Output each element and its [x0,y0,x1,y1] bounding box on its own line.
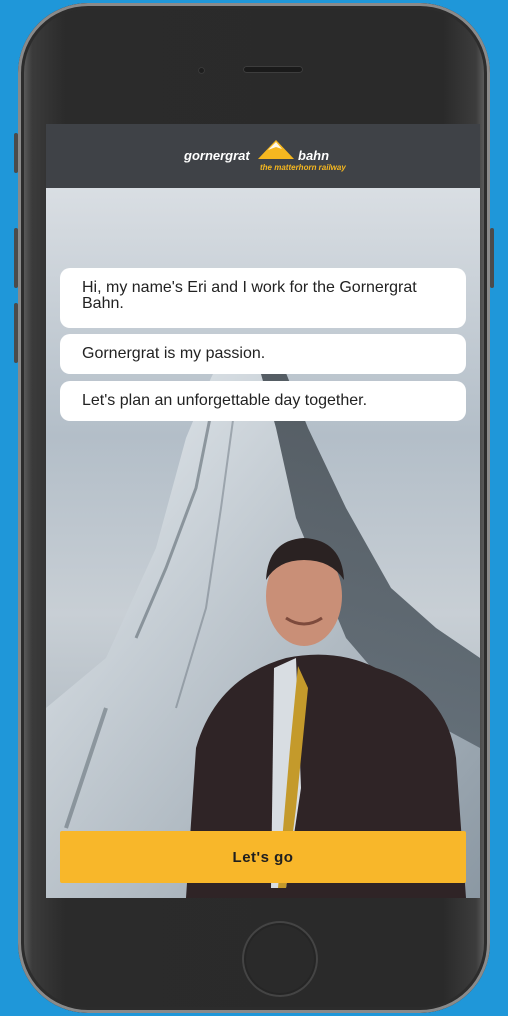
chat-message-text: Gornergrat is my passion. [82,345,266,362]
volume-up-button [14,228,18,288]
app-screen: gornergrat bahn the matterhorn railway H… [46,124,480,898]
chat-message-plan: Let's plan an unforgettable day together… [60,381,466,421]
chat-message-text: Hi, my name's Eri and I work for the Gor… [82,279,417,312]
chat-message-intro: Hi, my name's Eri and I work for the Gor… [60,268,466,328]
volume-down-button [14,303,18,363]
silent-switch [14,133,18,173]
gornergrat-bahn-logo: gornergrat bahn the matterhorn railway [182,136,352,176]
app-header: gornergrat bahn the matterhorn railway [46,124,480,188]
power-button [490,228,494,288]
front-camera [198,67,205,74]
logo-word-right: bahn [298,148,330,163]
earpiece-speaker [243,66,303,73]
logo-tagline: the matterhorn railway [260,163,346,172]
chat-message-text: Let's plan an unforgettable day together… [82,392,368,409]
home-button[interactable] [242,921,318,997]
logo-word-left: gornergrat [184,148,250,163]
chat-message-passion: Gornergrat is my passion. [60,334,466,374]
mountain-logo-icon [258,140,294,159]
hero-background: Hi, my name's Eri and I work for the Gor… [46,188,480,898]
lets-go-button[interactable]: Let's go [60,831,466,883]
